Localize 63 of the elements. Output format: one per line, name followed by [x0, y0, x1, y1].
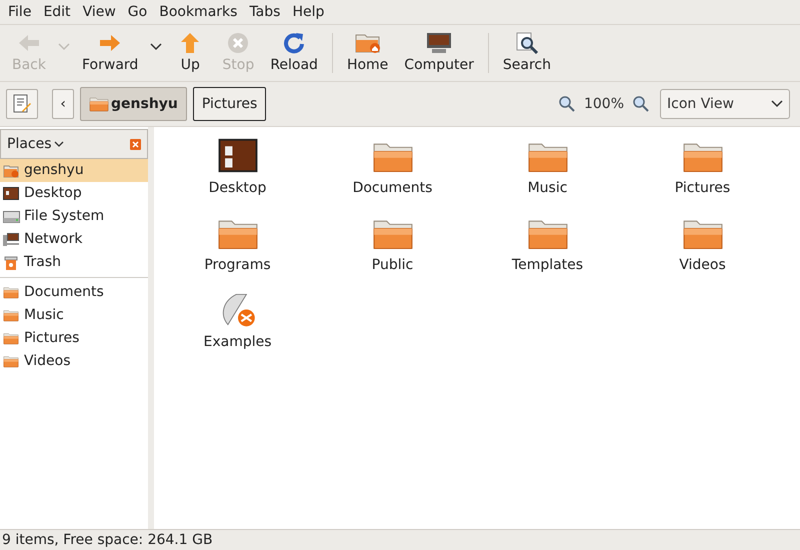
view-select[interactable]: Icon View — [660, 89, 790, 119]
sidebar-item[interactable]: Videos — [0, 350, 148, 373]
caret-icon — [54, 140, 64, 148]
shortcut-item[interactable]: Examples — [160, 291, 315, 353]
location-toggle-button[interactable] — [6, 89, 38, 119]
menu-item[interactable]: View — [76, 2, 122, 22]
stop-icon — [227, 32, 250, 54]
zoom-in-icon[interactable] — [632, 95, 650, 113]
home-folder-icon — [354, 32, 381, 54]
folder-item[interactable]: Pictures — [625, 137, 780, 199]
folder-item[interactable]: Videos — [625, 214, 780, 276]
close-icon[interactable] — [130, 138, 141, 150]
folder-item[interactable]: Documents — [315, 137, 470, 199]
menu-item[interactable]: Edit — [37, 2, 77, 22]
zoom-out-icon[interactable] — [558, 95, 576, 113]
notepad-pencil-icon — [12, 94, 32, 114]
folder-icon — [3, 355, 19, 368]
computer-icon — [426, 32, 452, 54]
toolbar-button[interactable]: Up — [166, 27, 214, 79]
sidebar-item[interactable]: File System — [0, 205, 148, 228]
right-arrow-icon — [99, 34, 122, 52]
caret-icon — [771, 100, 783, 108]
reload-icon — [283, 32, 306, 54]
menu-item[interactable]: Bookmarks — [153, 2, 244, 22]
menu-item[interactable]: Tabs — [243, 2, 286, 22]
path-button[interactable]: Pictures — [192, 87, 266, 121]
toolbar-button[interactable]: Search — [494, 27, 560, 79]
path-back-button[interactable]: ‹ — [52, 89, 74, 119]
search-icon — [514, 32, 539, 54]
folder-item[interactable]: Templates — [470, 214, 625, 276]
folder-icon — [3, 286, 19, 299]
toolbar-button[interactable]: Forward — [74, 27, 146, 79]
folder-item[interactable]: Music — [470, 137, 625, 199]
sidebar-item[interactable]: Music — [0, 304, 148, 327]
sidebar-item[interactable]: Documents — [0, 281, 148, 304]
menu-item[interactable]: Help — [286, 2, 330, 22]
dropdown-caret-icon[interactable] — [150, 43, 162, 51]
drive-icon — [2, 210, 20, 222]
toolbar-button[interactable]: Reload — [262, 27, 326, 79]
folder-item[interactable]: Programs — [160, 214, 315, 276]
trash-icon — [4, 254, 18, 270]
desktop-icon — [3, 187, 19, 200]
sidebar-item[interactable]: Desktop — [0, 182, 148, 205]
sidebar-item[interactable]: Pictures — [0, 327, 148, 350]
zoom-level: 100% — [584, 94, 624, 114]
toolbar-button[interactable]: Home — [338, 27, 396, 79]
sidebar-item[interactable]: Network — [0, 228, 148, 251]
left-arrow-icon — [18, 34, 40, 52]
up-arrow-icon — [180, 32, 200, 54]
desktop-item[interactable]: Desktop — [160, 137, 315, 199]
folder-icon — [3, 332, 19, 345]
status-text: 9 items, Free space: 264.1 GB — [2, 530, 213, 550]
network-icon — [2, 232, 20, 247]
folder-item[interactable]: Public — [315, 214, 470, 276]
path-button[interactable]: genshyu — [80, 87, 187, 121]
folder-icon — [3, 309, 19, 322]
home-folder-icon — [3, 164, 19, 178]
menu-item[interactable]: Go — [122, 2, 154, 22]
home-folder-icon — [89, 96, 109, 112]
toolbar-button[interactable]: Computer — [396, 27, 482, 79]
menu-item[interactable]: File — [2, 2, 38, 22]
sidebar-item[interactable]: Trash — [0, 251, 148, 274]
sidebar-item[interactable]: genshyu — [0, 159, 148, 182]
